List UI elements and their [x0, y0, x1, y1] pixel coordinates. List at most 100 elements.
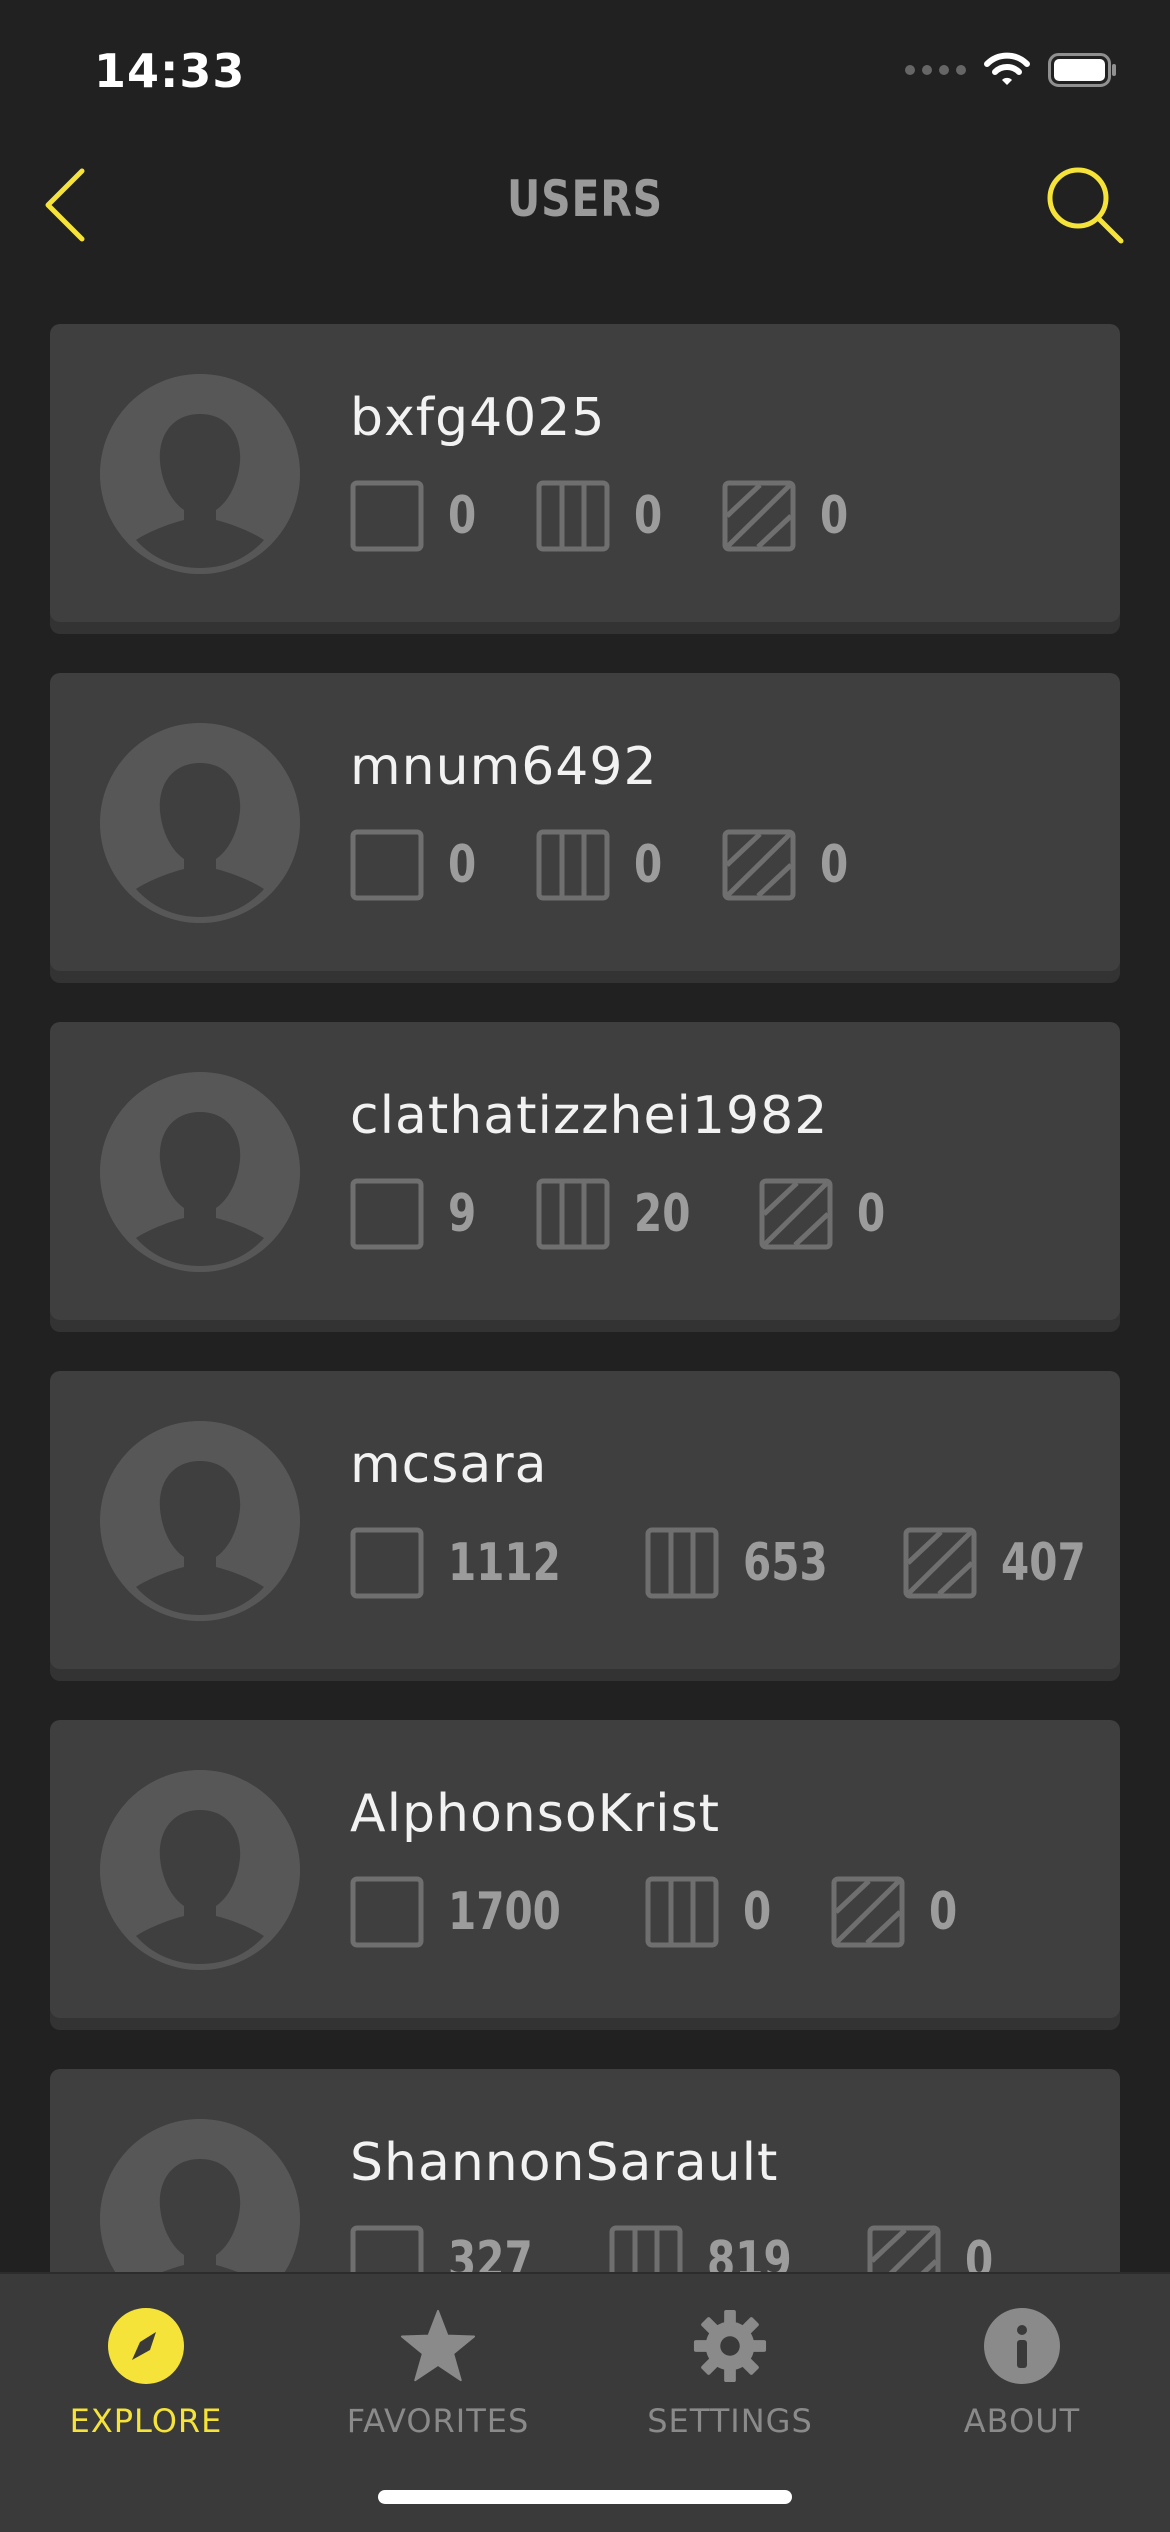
- columns-icon: [645, 1527, 719, 1599]
- stat-1: 0: [350, 480, 484, 552]
- square-icon: [350, 2225, 424, 2272]
- signal-icon: [905, 65, 966, 75]
- square-icon: [350, 1876, 424, 1948]
- stat-2: 20: [536, 1178, 706, 1250]
- stat-value: 327: [448, 2231, 533, 2272]
- user-card[interactable]: mnum6492 0 0 0: [50, 673, 1120, 971]
- stat-3: 407: [903, 1527, 1110, 1599]
- chevron-left-icon: [45, 168, 85, 242]
- tab-label: FAVORITES: [346, 2402, 530, 2440]
- user-list[interactable]: bxfg4025 0 0 0 mnum6492 0 0 0 clathatizz…: [50, 324, 1120, 2272]
- status-indicators: [905, 52, 1118, 88]
- stat-2: 0: [645, 1876, 779, 1948]
- stat-value: 653: [742, 1533, 828, 1593]
- hatched-square-icon: [759, 1178, 833, 1250]
- user-card[interactable]: mcsara 1112 653 407: [50, 1371, 1120, 1669]
- square-icon: [350, 1527, 424, 1599]
- user-card[interactable]: AlphonsoKrist 1700 0 0: [50, 1720, 1120, 2018]
- stat-2: 819: [609, 2225, 816, 2272]
- status-time: 14:33: [94, 44, 246, 98]
- stat-1: 9: [350, 1178, 484, 1250]
- user-stats: 1700 0 0: [350, 1876, 1017, 1948]
- stat-value: 819: [706, 2231, 792, 2272]
- stat-value: 1112: [448, 1533, 561, 1593]
- user-card[interactable]: bxfg4025 0 0 0: [50, 324, 1120, 622]
- page-title: USERS: [506, 170, 664, 228]
- tab-about[interactable]: ABOUT: [876, 2294, 1168, 2464]
- stat-value: 9: [448, 1184, 477, 1244]
- stat-value: 0: [820, 835, 849, 895]
- stat-value: 0: [448, 486, 477, 546]
- status-bar: 14:33: [0, 0, 1170, 150]
- square-icon: [350, 829, 424, 901]
- compass-icon: [108, 2308, 184, 2384]
- stat-value: 407: [1001, 1533, 1086, 1593]
- avatar: [100, 1770, 300, 1970]
- wifi-icon: [984, 52, 1030, 85]
- user-stats: 327 819 0: [350, 2225, 1053, 2272]
- stat-3: 0: [722, 480, 856, 552]
- username: mnum6492: [350, 737, 658, 797]
- stat-value: 20: [634, 1184, 691, 1244]
- stat-1: 0: [350, 829, 484, 901]
- username: mcsara: [350, 1435, 548, 1495]
- avatar: [100, 2119, 300, 2272]
- stat-3: 0: [867, 2225, 1001, 2272]
- nav-bar: USERS: [0, 150, 1170, 260]
- stat-3: 0: [831, 1876, 965, 1948]
- user-stats: 0 0 0: [350, 480, 909, 552]
- avatar: [100, 723, 300, 923]
- search-icon: [1047, 167, 1124, 244]
- person-icon: [100, 1072, 300, 1272]
- home-indicator[interactable]: [378, 2490, 792, 2504]
- avatar: [100, 1421, 300, 1621]
- stat-1: 1112: [350, 1527, 593, 1599]
- tab-label: ABOUT: [963, 2402, 1081, 2440]
- person-icon: [100, 374, 300, 574]
- hatched-square-icon: [867, 2225, 941, 2272]
- user-stats: 0 0 0: [350, 829, 909, 901]
- columns-icon: [609, 2225, 683, 2272]
- stat-value: 0: [965, 2231, 994, 2272]
- username: bxfg4025: [350, 388, 606, 448]
- tab-favorites[interactable]: FAVORITES: [292, 2294, 584, 2464]
- tab-explore[interactable]: EXPLORE: [0, 2294, 292, 2464]
- person-icon: [100, 723, 300, 923]
- hatched-square-icon: [722, 829, 796, 901]
- stat-2: 0: [536, 829, 670, 901]
- battery-icon: [1048, 53, 1116, 87]
- avatar: [100, 374, 300, 574]
- tab-label: EXPLORE: [69, 2402, 223, 2440]
- back-button[interactable]: [30, 160, 100, 250]
- hatched-square-icon: [831, 1876, 905, 1948]
- tab-settings[interactable]: SETTINGS: [584, 2294, 876, 2464]
- person-icon: [100, 1770, 300, 1970]
- stat-value: 0: [448, 835, 477, 895]
- search-button[interactable]: [1040, 160, 1130, 250]
- person-icon: [100, 2119, 300, 2272]
- gear-icon: [692, 2308, 768, 2384]
- stat-value: 0: [634, 835, 663, 895]
- hatched-square-icon: [722, 480, 796, 552]
- square-icon: [350, 480, 424, 552]
- square-icon: [350, 1178, 424, 1250]
- stat-3: 0: [759, 1178, 893, 1250]
- stat-3: 0: [722, 829, 856, 901]
- info-icon: [984, 2308, 1060, 2384]
- stat-1: 1700: [350, 1876, 593, 1948]
- user-card[interactable]: ShannonSarault 327 819 0: [50, 2069, 1120, 2272]
- columns-icon: [645, 1876, 719, 1948]
- username: ShannonSarault: [350, 2133, 779, 2193]
- username: clathatizzhei1982: [350, 1086, 829, 1146]
- stat-2: 653: [645, 1527, 852, 1599]
- star-icon: [400, 2308, 476, 2384]
- user-stats: 1112 653 407: [350, 1527, 1120, 1599]
- stat-value: 0: [820, 486, 849, 546]
- columns-icon: [536, 480, 610, 552]
- user-card[interactable]: clathatizzhei1982 9 20 0: [50, 1022, 1120, 1320]
- stat-value: 0: [634, 486, 663, 546]
- stat-value: 1700: [448, 1882, 561, 1942]
- avatar: [100, 1072, 300, 1272]
- stat-value: 0: [742, 1882, 771, 1942]
- stat-1: 327: [350, 2225, 557, 2272]
